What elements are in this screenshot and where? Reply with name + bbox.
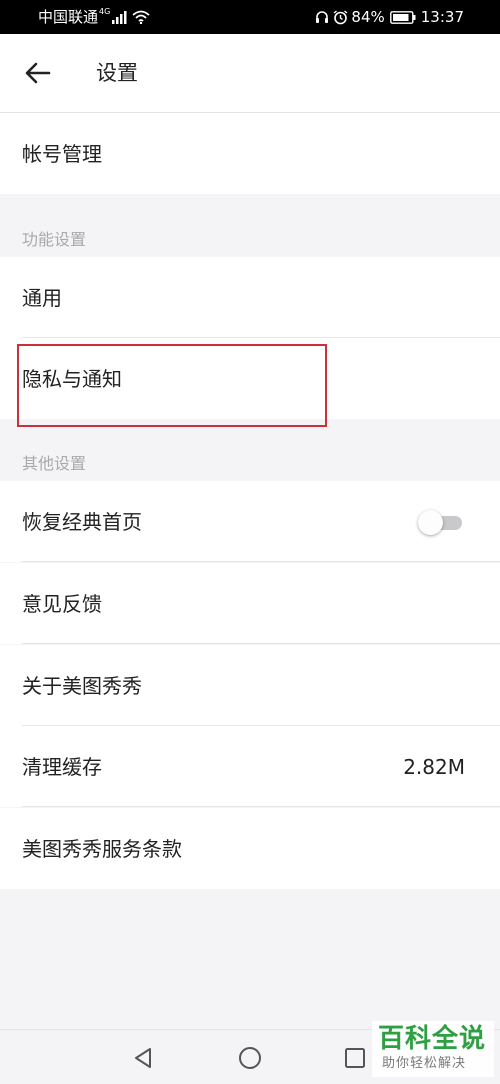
settings-row-general[interactable]: 通用 xyxy=(0,257,500,338)
settings-row-about[interactable]: 关于美图秀秀 xyxy=(0,645,500,726)
section-header-function: 功能设置 xyxy=(22,230,87,249)
status-right: 84% 13:37 xyxy=(315,7,464,27)
wifi-icon xyxy=(132,10,150,24)
watermark-logo: 百科全说 助你轻松解决 xyxy=(372,1021,494,1077)
cache-size-value: 2.82M xyxy=(403,755,465,779)
page-title: 设置 xyxy=(96,61,138,85)
about-label: 关于美图秀秀 xyxy=(22,674,142,698)
network-type-label: 4G xyxy=(99,6,111,16)
settings-row-clear-cache[interactable]: 清理缓存 2.82M xyxy=(0,726,500,807)
square-recents-icon xyxy=(345,1048,365,1068)
battery-icon xyxy=(389,10,416,24)
battery-percent-label: 84% xyxy=(351,8,385,26)
arrow-left-icon xyxy=(25,62,51,84)
feedback-label: 意见反馈 xyxy=(22,592,102,616)
nav-back-button[interactable] xyxy=(126,1041,160,1075)
account-management-label: 帐号管理 xyxy=(22,142,102,166)
header-bar: 设置 xyxy=(0,34,500,113)
watermark-title: 百科全说 xyxy=(378,1024,487,1054)
status-bar: 中国联通 4G 84% 13:37 xyxy=(0,0,500,34)
settings-row-terms[interactable]: 美图秀秀服务条款 xyxy=(0,808,500,889)
alarm-icon xyxy=(333,9,348,25)
clock-label: 13:37 xyxy=(420,8,464,26)
restore-home-toggle[interactable] xyxy=(418,509,464,535)
terms-of-service-label: 美图秀秀服务条款 xyxy=(22,837,182,861)
carrier-label: 中国联通 xyxy=(38,8,99,26)
triangle-back-icon xyxy=(135,1048,151,1068)
toggle-knob xyxy=(418,510,443,535)
general-label: 通用 xyxy=(22,286,62,310)
settings-row-privacy[interactable]: 隐私与通知 xyxy=(0,338,500,419)
watermark-subtitle: 助你轻松解决 xyxy=(382,1056,467,1071)
status-left: 中国联通 4G xyxy=(38,7,150,27)
restore-classic-home-label: 恢复经典首页 xyxy=(22,510,142,534)
settings-row-account[interactable]: 帐号管理 xyxy=(0,113,500,194)
privacy-notifications-label: 隐私与通知 xyxy=(22,367,122,391)
circle-home-icon xyxy=(239,1047,261,1069)
signal-icon xyxy=(112,10,128,24)
nav-recents-button[interactable] xyxy=(338,1041,372,1075)
settings-row-restore-home[interactable]: 恢复经典首页 xyxy=(0,481,500,562)
nav-home-button[interactable] xyxy=(233,1041,267,1075)
section-header-other: 其他设置 xyxy=(22,454,87,473)
headphones-icon xyxy=(315,10,329,24)
settings-row-feedback[interactable]: 意见反馈 xyxy=(0,563,500,644)
clear-cache-label: 清理缓存 xyxy=(22,755,102,779)
back-button[interactable] xyxy=(18,53,58,93)
